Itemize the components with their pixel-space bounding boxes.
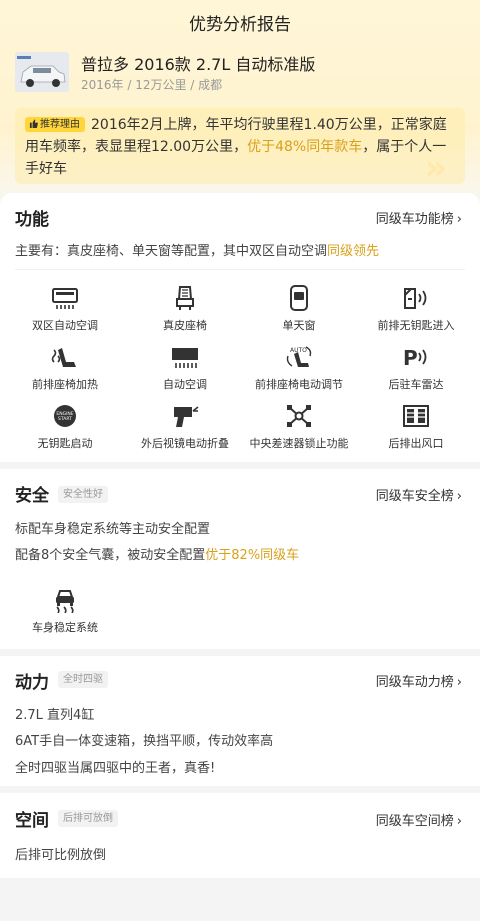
- space-tag: 后排可放倒: [58, 810, 118, 827]
- recommend-reason-box: » 推荐理由 2016年2月上牌，年平均行驶里程1.40万公里，正常家庭用车频率，…: [15, 108, 465, 184]
- feature-label: 真皮座椅: [163, 319, 207, 332]
- feature-item[interactable]: 真皮座椅: [125, 285, 245, 333]
- feature-item[interactable]: P 后驻车雷达: [356, 344, 476, 392]
- power-line-3: 全时四驱当属四驱中的王者，真香!: [15, 761, 216, 776]
- feature-label: 自动空调: [163, 378, 207, 391]
- auto-ac-icon: [172, 348, 198, 368]
- safety-title: 安全: [15, 486, 49, 506]
- safety-tag: 安全性好: [58, 486, 108, 503]
- feature-stability-control[interactable]: 车身稳定系统: [5, 587, 125, 635]
- power-title: 动力: [15, 673, 49, 693]
- seat-heating-icon: [51, 348, 76, 367]
- safety-line-1: 标配车身稳定系统等主动安全配置: [15, 522, 211, 537]
- function-section: 功能 同级车功能榜 › 主要有：真皮座椅、单天窗等配置，其中双区自动空调同级领先 …: [0, 193, 480, 462]
- feature-label: 无钥匙启动: [37, 437, 93, 450]
- keyless-start-icon: ENGINESTART: [54, 405, 76, 427]
- feature-item[interactable]: 后排出风口: [356, 403, 476, 451]
- parking-radar-icon: P: [403, 346, 427, 370]
- mirror-fold-icon: [174, 406, 199, 427]
- feature-item[interactable]: ENGINE START 无钥匙启动: [5, 403, 125, 451]
- feature-label: 前排座椅电动调节: [255, 378, 343, 391]
- car-name: 普拉多 2016款 2.7L 自动标准版: [81, 55, 316, 74]
- page-title: 优势分析报告: [189, 15, 291, 35]
- feature-item[interactable]: 自动空调: [125, 344, 245, 392]
- safety-line-2: 配备8个安全气囊，被动安全配置优于82%同级车: [15, 548, 300, 563]
- function-summary: 主要有：真皮座椅、单天窗等配置，其中双区自动空调同级领先: [15, 244, 380, 259]
- power-line-1: 2.7L 直列4缸: [15, 708, 95, 723]
- function-rank-link[interactable]: 同级车功能榜 ›: [376, 208, 462, 227]
- feature-item[interactable]: AUTO 前排座椅电动调节: [239, 344, 359, 392]
- power-seat-icon: AUTO: [286, 346, 312, 367]
- power-section: 动力 全时四驱 同级车动力榜 › 2.7L 直列4缸 6AT手自一体变速箱，换挡平…: [0, 656, 480, 786]
- space-title: 空间: [15, 811, 49, 831]
- space-section: 空间 后排可放倒 同级车空间榜 › 后排可比例放倒: [0, 793, 480, 878]
- feature-item[interactable]: 单天窗: [239, 285, 359, 333]
- safety-rank-link[interactable]: 同级车安全榜 ›: [376, 485, 462, 504]
- feature-item[interactable]: 双区自动空调: [5, 285, 125, 333]
- space-line: 后排可比例放倒: [15, 848, 107, 863]
- power-rank-link[interactable]: 同级车动力榜 ›: [376, 671, 462, 690]
- svg-text:P: P: [403, 346, 418, 370]
- feature-label: 前排座椅加热: [32, 378, 98, 391]
- feature-item[interactable]: 前排座椅加热: [5, 344, 125, 392]
- function-title: 功能: [15, 210, 49, 230]
- safety-section: 安全 安全性好 同级车安全榜 › 标配车身稳定系统等主动安全配置 配备8个安全气囊…: [0, 469, 480, 649]
- rear-vent-icon: [403, 405, 429, 427]
- feature-item[interactable]: 外后视镜电动折叠: [125, 403, 245, 451]
- diff-lock-icon: [287, 405, 311, 427]
- feature-label: 外后视镜电动折叠: [141, 437, 229, 450]
- leather-seat-icon: [176, 286, 194, 310]
- feature-label: 后驻车雷达: [388, 378, 444, 391]
- chevron-right-icon: ›: [456, 489, 462, 504]
- feature-label: 单天窗: [282, 319, 316, 332]
- keyless-entry-icon: [404, 288, 427, 309]
- chevron-right-icon: ›: [456, 212, 462, 227]
- feature-label: 中央差速器锁止功能: [249, 437, 349, 450]
- recommend-reason-text: 推荐理由 2016年2月上牌，年平均行驶里程1.40万公里，正常家庭用车频率，表显…: [25, 117, 447, 177]
- space-rank-link[interactable]: 同级车空间榜 ›: [376, 810, 462, 829]
- dual-zone-ac-icon: [52, 288, 78, 309]
- power-tag: 全时四驱: [58, 671, 108, 688]
- power-line-2: 6AT手自一体变速箱，换挡平顺，传动效率高: [15, 734, 274, 749]
- feature-label: 后排出风口: [388, 437, 444, 450]
- car-thumbnail[interactable]: [15, 52, 69, 92]
- svg-text:START: START: [58, 416, 72, 422]
- divider: [15, 269, 465, 270]
- car-meta: 2016年 / 12万公里 / 成都: [81, 78, 223, 92]
- stability-control-icon: [56, 590, 74, 613]
- chevron-right-icon: ›: [456, 675, 462, 690]
- feature-label: 前排无钥匙进入: [377, 319, 455, 332]
- feature-label: 双区自动空调: [32, 319, 98, 332]
- feature-item[interactable]: 中央差速器锁止功能: [239, 403, 359, 451]
- feature-item[interactable]: 前排无钥匙进入: [356, 285, 476, 333]
- recommend-reason-tag: 推荐理由: [25, 117, 85, 132]
- svg-text:AUTO: AUTO: [290, 347, 307, 354]
- thumbs-up-icon: [29, 119, 38, 128]
- chevron-right-icon: ›: [456, 814, 462, 829]
- sunroof-icon: [290, 285, 308, 311]
